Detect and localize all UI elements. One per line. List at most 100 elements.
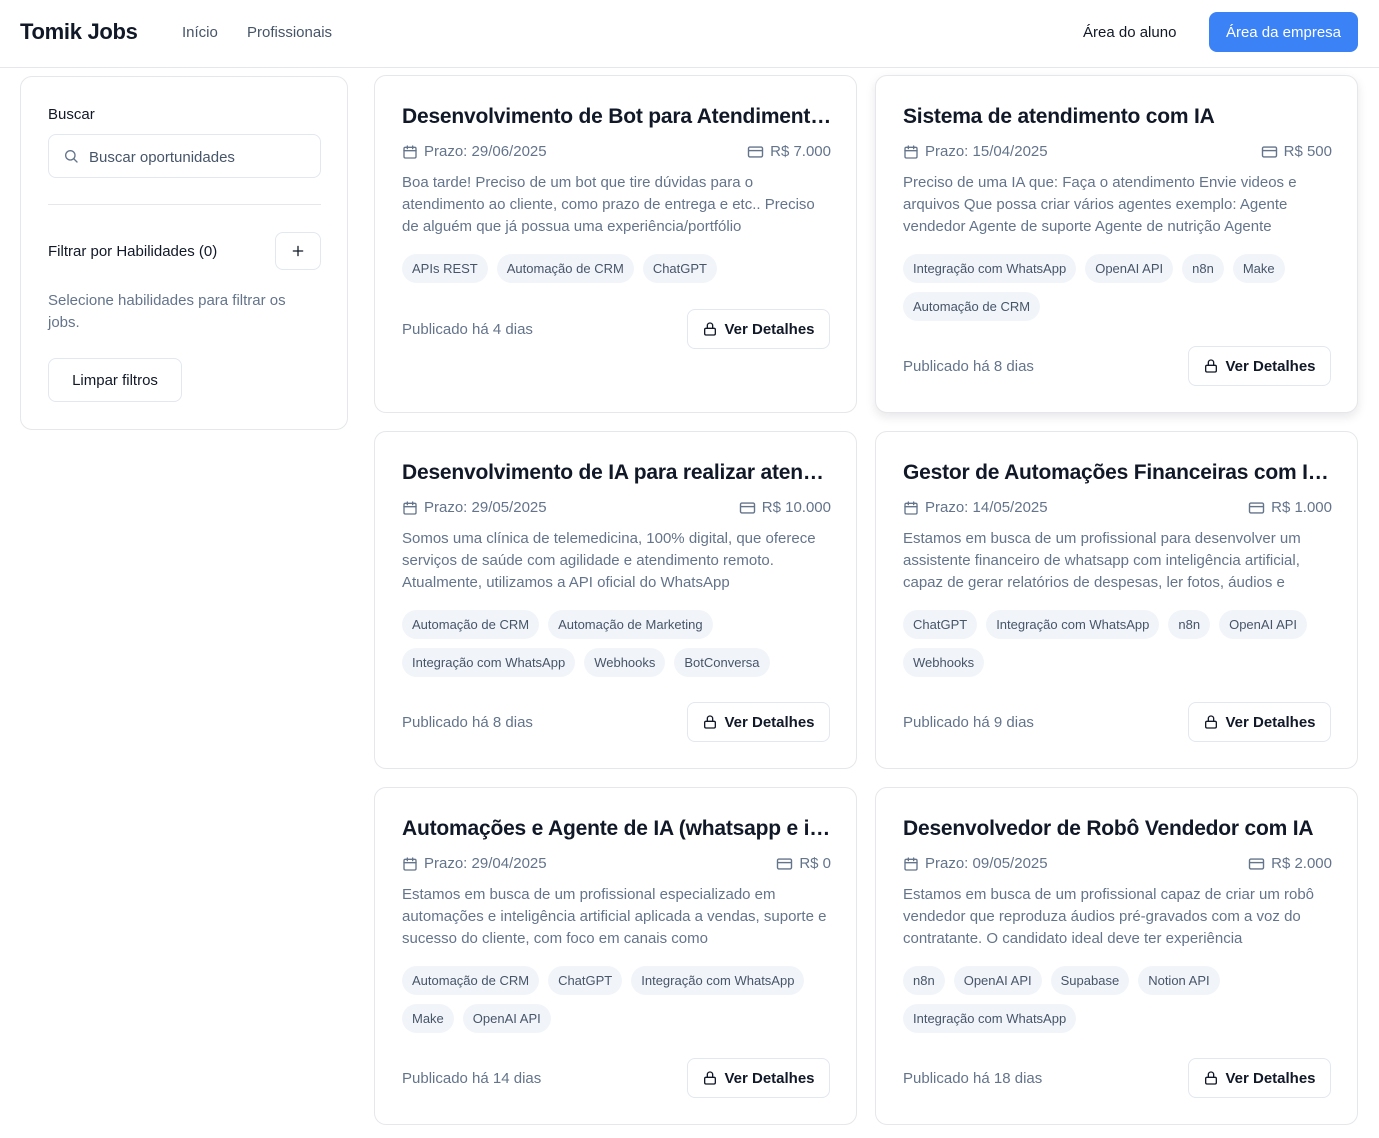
lock-icon bbox=[704, 1071, 717, 1085]
calendar-icon bbox=[904, 500, 918, 515]
job-deadline: Prazo: 29/05/2025 bbox=[402, 499, 547, 516]
job-deadline-text: Prazo: 09/05/2025 bbox=[925, 855, 1048, 872]
nav-link-inicio[interactable]: Início bbox=[182, 24, 218, 41]
company-area-button[interactable]: Área da empresa bbox=[1209, 12, 1358, 52]
view-details-button[interactable]: Ver Detalhes bbox=[687, 309, 830, 349]
job-card[interactable]: Gestor de Automações Financeiras com IA … bbox=[875, 431, 1358, 769]
sidebar-divider bbox=[48, 204, 321, 205]
view-details-label: Ver Detalhes bbox=[1225, 357, 1316, 375]
clear-filters-button[interactable]: Limpar filtros bbox=[48, 358, 182, 402]
brand-logo[interactable]: Tomik Jobs bbox=[20, 19, 138, 45]
job-budget: R$ 0 bbox=[776, 855, 831, 872]
skills-filter-title: Filtrar por Habilidades (0) bbox=[48, 243, 218, 260]
job-published: Publicado há 14 dias bbox=[402, 1070, 542, 1087]
skill-tag: Integração com WhatsApp bbox=[402, 648, 576, 677]
job-deadline-text: Prazo: 29/05/2025 bbox=[424, 499, 547, 516]
search-field[interactable] bbox=[48, 134, 321, 178]
credit-card-icon bbox=[777, 857, 793, 870]
job-meta: Prazo: 29/05/2025 R$ 10.000 bbox=[402, 499, 831, 519]
search-label: Buscar bbox=[48, 106, 95, 123]
job-deadline-text: Prazo: 29/06/2025 bbox=[424, 143, 547, 160]
job-title[interactable]: Gestor de Automações Financeiras com IA … bbox=[903, 461, 1333, 485]
skill-tag: Webhooks bbox=[903, 648, 985, 677]
view-details-label: Ver Detalhes bbox=[1225, 1069, 1316, 1087]
lock-icon bbox=[704, 322, 717, 336]
job-title[interactable]: Desenvolvimento de Bot para Atendimento … bbox=[402, 105, 832, 129]
job-description: Preciso de uma IA que: Faça o atendiment… bbox=[903, 174, 1297, 235]
credit-card-icon bbox=[747, 145, 764, 158]
job-description: Somos uma clínica de telemedicina, 100% … bbox=[402, 530, 816, 591]
job-tags: ChatGPT Integração com WhatsApp n8n Open… bbox=[903, 610, 1343, 677]
view-details-label: Ver Detalhes bbox=[724, 1069, 815, 1087]
view-details-button[interactable]: Ver Detalhes bbox=[1188, 1058, 1331, 1098]
skill-tag: n8n bbox=[1182, 254, 1224, 283]
skill-tag: Integração com WhatsApp bbox=[903, 1004, 1077, 1033]
job-card[interactable]: Automações e Agente de IA (whatsapp e in… bbox=[374, 787, 857, 1125]
job-tags: APIs REST Automação de CRM ChatGPT bbox=[402, 254, 842, 283]
job-budget-text: R$ 0 bbox=[799, 855, 831, 872]
filter-sidebar: Buscar Filtrar por Habilidades (0) Selec… bbox=[20, 76, 348, 430]
lock-icon bbox=[1205, 359, 1218, 373]
skill-tag: Integração com WhatsApp bbox=[631, 966, 805, 995]
job-published: Publicado há 18 dias bbox=[903, 1070, 1043, 1087]
credit-card-icon bbox=[1261, 145, 1277, 158]
job-tags: Automação de CRM Automação de Marketing … bbox=[402, 610, 842, 677]
job-meta: Prazo: 29/06/2025 R$ 7.000 bbox=[402, 143, 831, 163]
skill-tag: Webhooks bbox=[584, 648, 666, 677]
job-card[interactable]: Desenvolvedor de Robô Vendedor com IA Pr… bbox=[875, 787, 1358, 1125]
search-input[interactable] bbox=[89, 145, 309, 169]
skill-tag: BotConversa bbox=[674, 648, 770, 677]
skill-tag: Notion API bbox=[1138, 966, 1220, 995]
view-details-button[interactable]: Ver Detalhes bbox=[1188, 346, 1331, 386]
job-meta: Prazo: 14/05/2025 R$ 1.000 bbox=[903, 499, 1332, 519]
job-deadline: Prazo: 29/06/2025 bbox=[402, 143, 547, 160]
job-budget-text: R$ 2.000 bbox=[1271, 855, 1332, 872]
job-published: Publicado há 8 dias bbox=[402, 714, 533, 731]
calendar-icon bbox=[904, 144, 918, 159]
job-card[interactable]: Desenvolvimento de IA para realizar aten… bbox=[374, 431, 857, 769]
job-tags: n8n OpenAI API Supabase Notion API Integ… bbox=[903, 966, 1343, 1033]
skill-tag: Automação de Marketing bbox=[548, 610, 713, 639]
job-deadline-text: Prazo: 14/05/2025 bbox=[925, 499, 1048, 516]
view-details-button[interactable]: Ver Detalhes bbox=[1188, 702, 1331, 742]
job-deadline: Prazo: 14/05/2025 bbox=[903, 499, 1048, 516]
student-area-link[interactable]: Área do aluno bbox=[1083, 24, 1176, 41]
job-budget-text: R$ 10.000 bbox=[761, 499, 831, 516]
job-title[interactable]: Desenvolvedor de Robô Vendedor com IA bbox=[903, 817, 1333, 841]
skill-tag: Automação de CRM bbox=[402, 610, 540, 639]
skill-tag: ChatGPT bbox=[548, 966, 623, 995]
calendar-icon bbox=[403, 856, 417, 871]
job-tags: Integração com WhatsApp OpenAI API n8n M… bbox=[903, 254, 1343, 321]
skill-tag: Automação de CRM bbox=[402, 966, 540, 995]
job-meta: Prazo: 09/05/2025 R$ 2.000 bbox=[903, 855, 1332, 875]
job-published: Publicado há 8 dias bbox=[903, 358, 1034, 375]
skill-tag: Automação de CRM bbox=[903, 292, 1041, 321]
nav-link-profissionais[interactable]: Profissionais bbox=[247, 24, 332, 41]
job-card[interactable]: Desenvolvimento de Bot para Atendimento … bbox=[374, 75, 857, 413]
skill-tag: OpenAI API bbox=[1219, 610, 1308, 639]
skills-filter-hint: Selecione habilidades para filtrar os jo… bbox=[48, 292, 286, 331]
skill-tag: n8n bbox=[903, 966, 945, 995]
view-details-label: Ver Detalhes bbox=[1225, 713, 1316, 731]
job-title[interactable]: Desenvolvimento de IA para realizar aten… bbox=[402, 461, 832, 485]
plus-icon bbox=[292, 245, 304, 257]
credit-card-icon bbox=[1248, 501, 1265, 514]
job-description: Estamos em busca de um profissional espe… bbox=[402, 886, 827, 947]
view-details-label: Ver Detalhes bbox=[724, 320, 815, 338]
skill-tag: ChatGPT bbox=[642, 254, 717, 283]
lock-icon bbox=[704, 715, 717, 729]
job-budget: R$ 7.000 bbox=[747, 143, 831, 160]
job-budget: R$ 10.000 bbox=[739, 499, 831, 516]
skill-tag: OpenAI API bbox=[462, 1004, 551, 1033]
credit-card-icon bbox=[1248, 857, 1265, 870]
view-details-button[interactable]: Ver Detalhes bbox=[687, 1058, 830, 1098]
view-details-button[interactable]: Ver Detalhes bbox=[687, 702, 830, 742]
job-published: Publicado há 4 dias bbox=[402, 321, 533, 338]
job-budget: R$ 500 bbox=[1261, 143, 1332, 160]
credit-card-icon bbox=[739, 501, 755, 514]
job-title[interactable]: Automações e Agente de IA (whatsapp e in… bbox=[402, 817, 832, 841]
skill-tag: Integração com WhatsApp bbox=[986, 610, 1160, 639]
job-card[interactable]: Sistema de atendimento com IA Prazo: 15/… bbox=[875, 75, 1358, 413]
add-skill-filter-button[interactable] bbox=[275, 232, 321, 270]
job-title[interactable]: Sistema de atendimento com IA bbox=[903, 105, 1333, 129]
